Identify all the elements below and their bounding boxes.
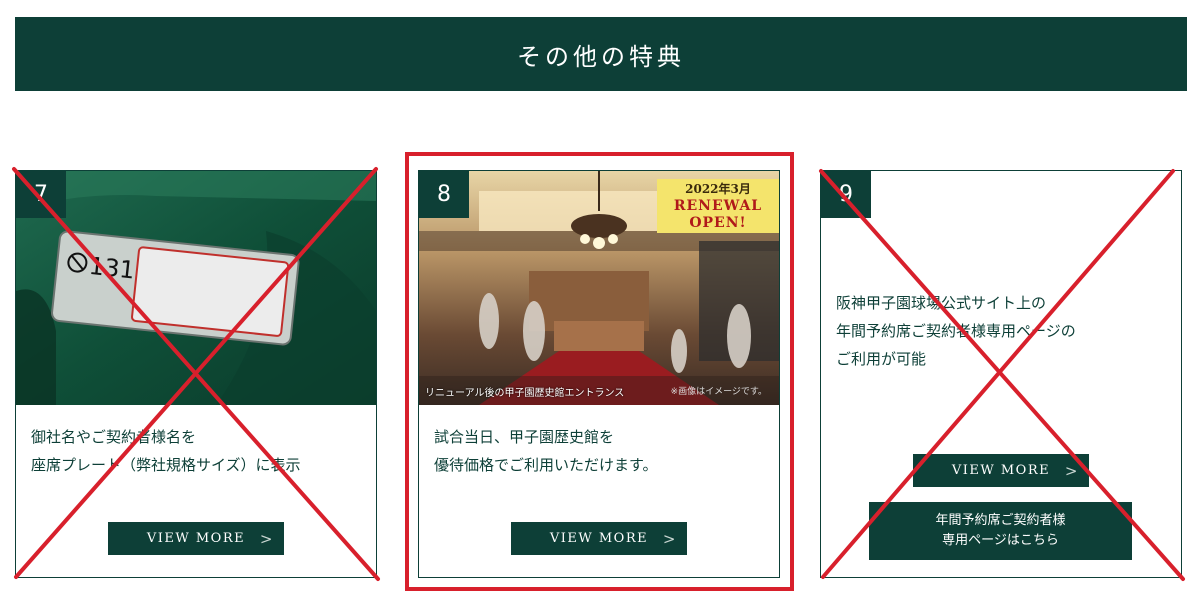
card-description: 試合当日、甲子園歴史館を 優待価格でご利用いただけます。 <box>434 423 769 479</box>
card-number: 8 <box>419 171 469 218</box>
description-line: 座席プレート（弊社規格サイズ）に表示 <box>31 456 301 474</box>
reserved-seat-page-button[interactable]: 年間予約席ご契約者様 専用ページはこちら <box>869 502 1132 560</box>
card-number: 9 <box>821 171 871 218</box>
view-more-label: VIEW MORE <box>951 463 1051 478</box>
renewal-date: 2022年3月 <box>685 181 751 196</box>
chevron-right-icon: > <box>662 529 677 548</box>
description-line: 優待価格でご利用いただけます。 <box>434 456 658 474</box>
plate-number: 131 <box>88 252 136 285</box>
chevron-right-icon: > <box>1064 461 1079 480</box>
renewal-open-label: OPEN! <box>689 214 747 231</box>
description-line: 阪神甲子園球場公式サイト上の <box>836 294 1047 312</box>
description-line: 年間予約席ご契約者様専用ページの <box>836 322 1076 340</box>
renewal-label: RENEWAL <box>673 197 763 214</box>
image-caption: リニューアル後の甲子園歴史館エントランス <box>425 388 625 399</box>
card-description: 御社名やご契約者様名を 座席プレート（弊社規格サイズ）に表示 <box>31 423 366 479</box>
benefit-card-7: 131 7 御社名やご契約者様名を 座席プレート（弊社規格サイズ）に表示 VIE… <box>15 170 377 578</box>
museum-entrance-image: 2022年3月 RENEWAL OPEN! リニューアル後の甲子園歴史館エントラ… <box>419 171 779 405</box>
card-number: 7 <box>16 171 66 218</box>
description-line: 試合当日、甲子園歴史館を <box>434 428 615 446</box>
description-line: ご利用が可能 <box>836 350 927 368</box>
seat-plate-image: 131 <box>16 171 376 405</box>
view-more-label: VIEW MORE <box>146 531 246 546</box>
reserved-seat-button-line: 専用ページはこちら <box>942 533 1059 548</box>
image-note: ※画像はイメージです。 <box>670 387 767 397</box>
seat-plate-illustration: 131 <box>16 171 376 405</box>
description-line: 御社名やご契約者様名を <box>31 428 197 446</box>
renewal-badge: 2022年3月 RENEWAL OPEN! <box>657 179 779 233</box>
chevron-right-icon: > <box>259 529 274 548</box>
view-more-button[interactable]: VIEW MORE > <box>913 454 1089 487</box>
view-more-button[interactable]: VIEW MORE > <box>108 522 284 555</box>
view-more-label: VIEW MORE <box>549 531 649 546</box>
card-description: 阪神甲子園球場公式サイト上の 年間予約席ご契約者様専用ページの ご利用が可能 <box>836 289 1171 373</box>
section-title: その他の特典 <box>517 42 685 71</box>
benefit-card-8: 2022年3月 RENEWAL OPEN! リニューアル後の甲子園歴史館エントラ… <box>418 170 780 578</box>
benefit-card-9: 9 阪神甲子園球場公式サイト上の 年間予約席ご契約者様専用ページの ご利用が可能… <box>820 170 1182 578</box>
view-more-button[interactable]: VIEW MORE > <box>511 522 687 555</box>
section-header: その他の特典 <box>15 17 1187 91</box>
reserved-seat-button-line: 年間予約席ご契約者様 <box>935 513 1066 528</box>
